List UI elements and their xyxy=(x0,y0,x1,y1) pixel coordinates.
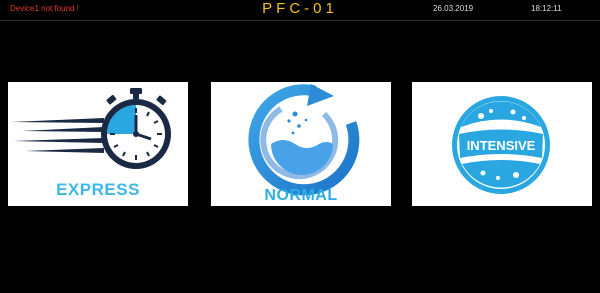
program-label-intensive: INTENSIVE xyxy=(467,138,536,153)
program-card-intensive[interactable]: INTENSIVE xyxy=(412,82,592,206)
app-title: PFC-01 xyxy=(262,0,338,17)
header-bar: Device1 not found ! PFC-01 26.03.2019 18… xyxy=(0,0,600,21)
date-display: 26.03.2019 xyxy=(433,4,474,13)
water-badge-icon: INTENSIVE xyxy=(452,96,550,194)
program-label-express: EXPRESS xyxy=(56,180,140,199)
time-display: 18:12:11 xyxy=(531,4,562,13)
program-label-normal: NORMAL xyxy=(264,187,338,204)
program-card-normal[interactable]: NORMAL xyxy=(211,82,391,206)
program-card-express[interactable]: EXPRESS xyxy=(8,82,188,206)
